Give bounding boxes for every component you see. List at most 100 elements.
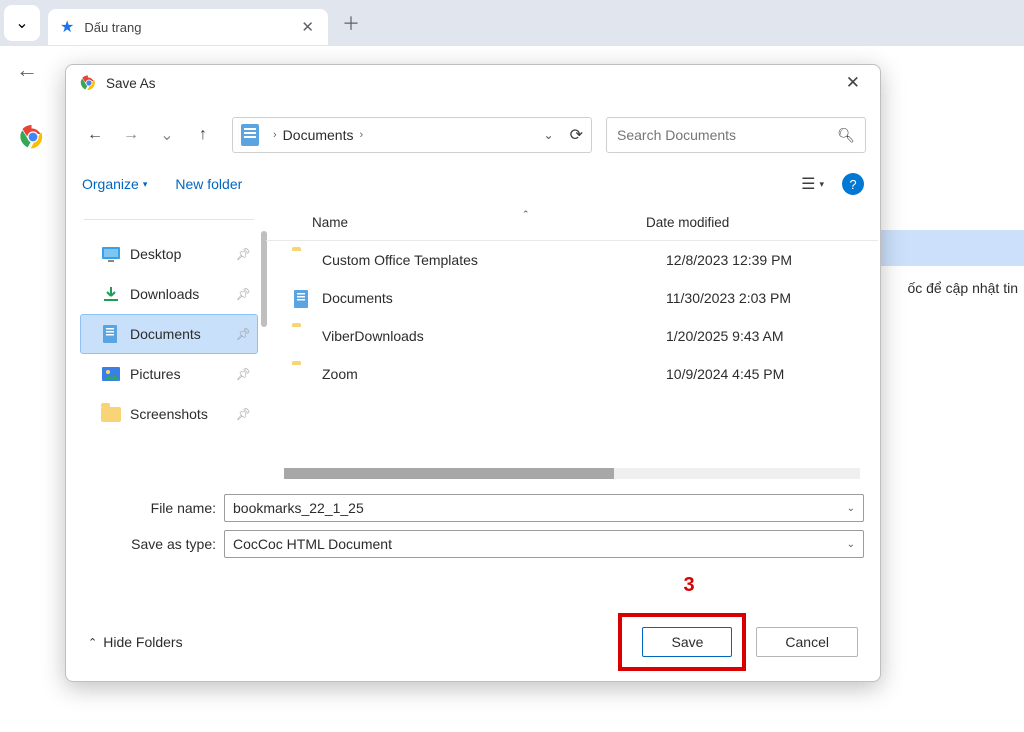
sidebar-item-label: Downloads [130,286,236,302]
file-date: 11/30/2023 2:03 PM [666,290,791,306]
new-folder-button[interactable]: New folder [175,176,242,192]
pin-icon[interactable]: 📌︎ [236,247,251,261]
sidebar-item-downloads[interactable]: Downloads📌︎ [80,274,258,314]
file-name: Documents [322,290,666,306]
dialog-main: Desktop📌︎Downloads📌︎Documents📌︎Pictures📌… [66,205,880,482]
star-icon: ★ [60,17,74,37]
search-icon[interactable]: 🔍︎ [837,127,855,144]
file-list: Name ⌃ Date modified Custom Office Templ… [266,205,878,482]
file-name-value: bookmarks_22_1_25 [233,500,847,516]
chevron-down-icon: ⌄ [15,13,28,33]
view-options-icon[interactable]: ☰ [801,174,815,194]
hide-folders-toggle[interactable]: ⌃ Hide Folders [88,634,183,650]
organize-menu[interactable]: Organize ▾ [82,176,147,192]
nav-recent-icon[interactable]: ⌄ [152,120,182,150]
help-icon[interactable]: ? [842,173,864,195]
pin-icon[interactable]: 📌︎ [236,287,251,301]
search-box[interactable]: 🔍︎ [606,117,866,153]
nav-forward-icon: → [116,120,146,150]
organize-label: Organize [82,176,139,192]
file-date: 1/20/2025 9:43 AM [666,328,784,344]
sidebar-divider [84,219,254,220]
sidebar-item-documents[interactable]: Documents📌︎ [80,314,258,354]
save-type-value: CocCoc HTML Document [233,536,847,552]
caret-down-icon[interactable]: ▾ [819,179,824,190]
folder-icon [101,405,121,423]
file-name-field[interactable]: bookmarks_22_1_25 ⌄ [224,494,864,522]
dropdown-caret-icon[interactable]: ⌄ [847,503,855,514]
file-name-label: File name: [82,500,224,516]
dialog-footer: ⌃ Hide Folders Save Cancel [66,603,880,681]
save-button[interactable]: Save [642,627,732,657]
back-arrow-icon[interactable]: ← [16,57,38,83]
path-segment[interactable]: Documents [283,127,354,143]
chevron-right-icon[interactable]: › [359,129,363,141]
dialog-titlebar: Save As ✕ [66,65,880,101]
folder-icon [292,251,312,269]
dropdown-caret-icon[interactable]: ⌄ [847,539,855,550]
tab-list-dropdown[interactable]: ⌄ [4,5,40,41]
sidebar-item-label: Desktop [130,246,236,262]
sidebar-item-pictures[interactable]: Pictures📌︎ [80,354,258,394]
save-as-dialog: Save As ✕ ← → ⌄ ↑ › Documents › ⌄ ⟳ 🔍︎ O… [65,64,881,682]
folder-icon [292,365,312,383]
close-tab-icon[interactable]: ✕ [301,18,314,36]
chrome-logo-icon [18,122,48,152]
downloads-icon [101,285,121,303]
file-row[interactable]: Documents11/30/2023 2:03 PM [266,279,878,317]
folder-icon [292,327,312,345]
close-dialog-icon[interactable]: ✕ [840,69,866,97]
refresh-icon[interactable]: ⟳ [570,125,583,145]
file-date: 12/8/2023 12:39 PM [666,252,792,268]
form-area: File name: bookmarks_22_1_25 ⌄ Save as t… [66,482,880,603]
chevron-right-icon: › [273,129,277,141]
file-name: Custom Office Templates [322,252,666,268]
caret-up-icon: ⌃ [88,636,97,649]
dialog-nav-bar: ← → ⌄ ↑ › Documents › ⌄ ⟳ 🔍︎ [66,113,880,157]
desktop-icon [101,245,121,263]
new-tab-button[interactable]: ＋ [342,10,360,36]
sidebar-item-label: Pictures [130,366,236,382]
file-row[interactable]: ViberDownloads1/20/2025 9:43 AM [266,317,878,355]
hide-folders-label: Hide Folders [103,634,182,650]
save-type-label: Save as type: [82,536,224,552]
tab-title: Dấu trang [84,20,301,35]
documents-glyph-icon [241,124,259,146]
documents-icon [101,325,121,343]
pin-icon[interactable]: 📌︎ [236,407,251,421]
sidebar-item-label: Screenshots [130,406,236,422]
annotation-step-number: 3 [514,574,864,597]
dialog-toolbar: Organize ▾ New folder ☰ ▾ ? [66,163,880,205]
documents-icon [292,289,312,307]
folder-sidebar: Desktop📌︎Downloads📌︎Documents📌︎Pictures📌… [66,205,266,482]
path-breadcrumb[interactable]: › Documents › ⌄ ⟳ [232,117,592,153]
save-highlight-box: Save [618,613,746,671]
pictures-icon [101,365,121,383]
search-input[interactable] [617,127,837,143]
sidebar-item-label: Documents [130,326,236,342]
caret-down-icon: ▾ [143,179,148,190]
save-type-field[interactable]: CocCoc HTML Document ⌄ [224,530,864,558]
nav-back-icon[interactable]: ← [80,120,110,150]
background-text-fragment: ốc để cập nhật tin [907,280,1018,296]
file-date: 10/9/2024 4:45 PM [666,366,784,382]
browser-tab-strip: ⌄ ★ Dấu trang ✕ ＋ [0,0,1024,46]
file-row[interactable]: Custom Office Templates12/8/2023 12:39 P… [266,241,878,279]
file-name: ViberDownloads [322,328,666,344]
column-name[interactable]: Name ⌃ [266,215,646,230]
file-name: Zoom [322,366,666,382]
browser-tab[interactable]: ★ Dấu trang ✕ [48,9,328,45]
column-headers: Name ⌃ Date modified [266,205,878,241]
cancel-button[interactable]: Cancel [756,627,858,657]
column-date[interactable]: Date modified [646,215,729,230]
pin-icon[interactable]: 📌︎ [236,367,251,381]
file-row[interactable]: Zoom10/9/2024 4:45 PM [266,355,878,393]
dialog-title: Save As [106,76,840,91]
nav-up-icon[interactable]: ↑ [188,120,218,150]
sidebar-item-desktop[interactable]: Desktop📌︎ [80,234,258,274]
horizontal-scrollbar[interactable] [266,468,878,482]
sidebar-item-screenshots[interactable]: Screenshots📌︎ [80,394,258,434]
scrollbar-thumb[interactable] [284,468,614,479]
chevron-down-icon[interactable]: ⌄ [544,128,554,142]
pin-icon[interactable]: 📌︎ [236,327,251,341]
